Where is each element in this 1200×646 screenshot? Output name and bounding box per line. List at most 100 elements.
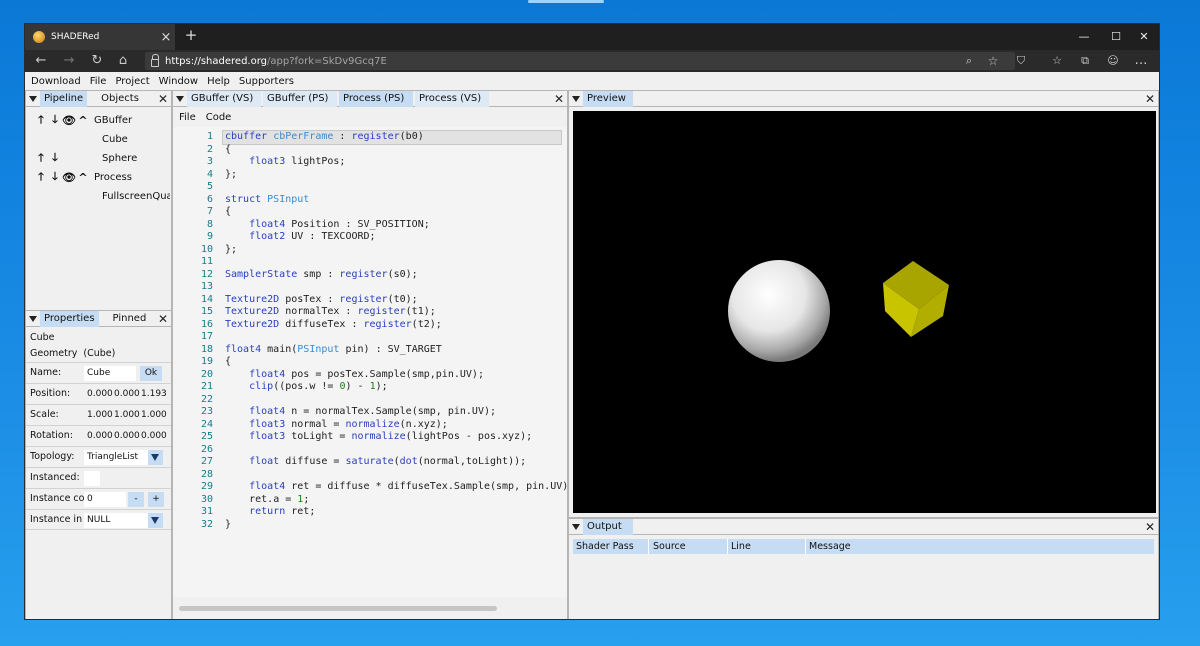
move-up-icon[interactable]: 🡑 — [34, 149, 48, 168]
code-line[interactable]: 23 float4 n = normalTex.Sample(smp, pin.… — [173, 406, 567, 419]
instance-input-select[interactable]: NULL — [84, 513, 148, 528]
move-up-icon[interactable]: 🡑 — [34, 168, 48, 187]
editor-menu-file[interactable]: File — [179, 112, 196, 123]
chevron-up-icon[interactable]: ^ — [76, 171, 90, 184]
panel-collapse-icon[interactable] — [569, 91, 583, 107]
back-icon[interactable]: ← — [31, 51, 51, 71]
topology-select[interactable]: TriangleList — [84, 450, 148, 465]
panel-collapse-icon[interactable] — [26, 91, 40, 107]
column-message[interactable]: Message — [806, 539, 1146, 554]
move-up-icon[interactable]: 🡑 — [34, 111, 48, 130]
code-line[interactable]: 17 — [173, 331, 567, 344]
pipeline-item-cube[interactable]: Cube — [34, 130, 128, 148]
rotation-y-input[interactable]: 0.000 — [111, 429, 140, 444]
panel-close-icon[interactable]: ✕ — [1145, 519, 1155, 535]
tab-close-icon[interactable]: × — [157, 30, 175, 45]
maximize-icon[interactable]: ☐ — [1101, 24, 1131, 50]
tab-properties[interactable]: Properties — [40, 310, 99, 327]
minimize-icon[interactable]: — — [1069, 24, 1099, 50]
code-line[interactable]: 18 float4 main(PSInput pin) : SV_TARGET — [173, 344, 567, 357]
refresh-icon[interactable]: ↻ — [87, 51, 107, 71]
position-x-input[interactable]: 0.000 — [84, 387, 113, 402]
editor-menu-code[interactable]: Code — [206, 112, 232, 123]
pipeline-item-process[interactable]: 🡑 🡓 👁 ^ Process — [34, 168, 132, 186]
favorite-star-icon[interactable]: ☆ — [983, 51, 1003, 71]
tab-pipeline[interactable]: Pipeline — [40, 90, 88, 107]
menu-supporters[interactable]: Supporters — [239, 76, 294, 87]
panel-collapse-icon[interactable] — [569, 519, 583, 535]
instance-count-input[interactable]: 0 — [84, 492, 126, 507]
window-close-icon[interactable]: ✕ — [1129, 24, 1159, 50]
panel-collapse-icon[interactable] — [173, 91, 187, 107]
new-tab-icon[interactable]: + — [181, 26, 201, 44]
column-shader-pass[interactable]: Shader Pass — [573, 539, 649, 554]
more-options-icon[interactable]: … — [1131, 51, 1151, 71]
panel-close-icon[interactable]: ✕ — [554, 91, 564, 107]
position-z-input[interactable]: 1.193 — [138, 387, 168, 402]
browser-tab[interactable]: SHADERed × — [25, 24, 175, 50]
eye-icon[interactable]: 👁 — [62, 171, 76, 184]
menu-window[interactable]: Window — [159, 76, 198, 87]
code-line[interactable]: 30 ret.a = 1; — [173, 494, 567, 507]
code-line[interactable]: 29 float4 ret = diffuse * diffuseTex.Sam… — [173, 481, 574, 494]
tab-objects[interactable]: Objects — [97, 91, 143, 107]
menu-help[interactable]: Help — [207, 76, 230, 87]
collections-icon[interactable]: ⧉ — [1075, 51, 1095, 71]
code-line[interactable]: 5 — [173, 181, 567, 194]
address-bar[interactable]: https://shadered.org/app?fork=SkDv9Gcq7E — [145, 52, 1015, 70]
eye-icon[interactable]: 👁 — [62, 114, 76, 127]
pipeline-item-fullscreenquad[interactable]: FullscreenQuad — [34, 187, 170, 205]
tab-gbuffer-vs[interactable]: GBuffer (VS) — [187, 90, 261, 107]
code-line[interactable]: 21 clip((pos.w != 0) - 1); — [173, 381, 567, 394]
position-y-input[interactable]: 0.000 — [111, 387, 140, 402]
code-line[interactable]: 28 — [173, 469, 567, 482]
code-line[interactable]: 11 — [173, 256, 567, 269]
menu-project[interactable]: Project — [115, 76, 149, 87]
code-line[interactable]: 14 Texture2D posTex : register(t0); — [173, 294, 567, 307]
horizontal-scrollbar[interactable] — [179, 606, 497, 611]
code-line[interactable]: 22 — [173, 394, 567, 407]
move-down-icon[interactable]: 🡓 — [48, 149, 62, 168]
code-line[interactable]: 20 float4 pos = posTex.Sample(smp,pin.UV… — [173, 369, 567, 382]
rotation-x-input[interactable]: 0.000 — [84, 429, 113, 444]
decrement-button[interactable]: - — [128, 492, 144, 507]
zoom-icon[interactable]: ⌕ — [959, 51, 979, 71]
tab-process-vs[interactable]: Process (VS) — [415, 90, 489, 107]
tab-process-ps[interactable]: Process (PS) — [339, 90, 413, 107]
instance-input-dropdown-icon[interactable] — [148, 513, 163, 528]
code-line[interactable]: 25 float3 toLight = normalize(lightPos -… — [173, 431, 567, 444]
panel-collapse-icon[interactable] — [26, 311, 40, 327]
column-line[interactable]: Line — [728, 539, 806, 554]
code-line[interactable]: 12 SamplerState smp : register(s0); — [173, 269, 567, 282]
code-line[interactable]: 31 return ret; — [173, 506, 567, 519]
preview-viewport[interactable] — [573, 111, 1156, 513]
code-area[interactable]: 1 cbuffer cbPerFrame : register(b0) 2{3 fl… — [173, 127, 574, 597]
scale-x-input[interactable]: 1.000 — [84, 408, 113, 423]
tab-pinned[interactable]: Pinned — [109, 311, 151, 327]
code-line[interactable]: 3 float3 lightPos; — [173, 156, 567, 169]
code-line[interactable]: 10}; — [173, 244, 567, 257]
code-line[interactable]: 19 { — [173, 356, 567, 369]
panel-close-icon[interactable]: ✕ — [1145, 91, 1155, 107]
column-source[interactable]: Source — [650, 539, 728, 554]
code-line[interactable]: 4}; — [173, 169, 567, 182]
tab-gbuffer-ps[interactable]: GBuffer (PS) — [263, 90, 337, 107]
home-icon[interactable]: ⌂ — [113, 51, 133, 71]
menu-download[interactable]: Download — [31, 76, 81, 87]
move-down-icon[interactable]: 🡓 — [48, 168, 62, 187]
code-line[interactable]: 1 cbuffer cbPerFrame : register(b0) — [207, 130, 562, 145]
ok-button[interactable]: Ok — [140, 366, 162, 381]
increment-button[interactable]: + — [148, 492, 164, 507]
code-line[interactable]: 32} — [173, 519, 567, 532]
code-line[interactable]: 13 — [173, 281, 567, 294]
pipeline-item-gbuffer[interactable]: 🡑 🡓 👁 ^ GBuffer — [34, 111, 132, 129]
code-line[interactable]: 15 Texture2D normalTex : register(t1); — [173, 306, 567, 319]
panel-close-icon[interactable]: ✕ — [158, 91, 168, 107]
code-line[interactable]: 8 float4 Position : SV_POSITION; — [173, 219, 567, 232]
favorites-icon[interactable]: ☆ — [1047, 51, 1067, 71]
code-line[interactable]: 27 float diffuse = saturate(dot(normal,t… — [173, 456, 567, 469]
code-line[interactable]: 2{ — [173, 144, 567, 157]
pipeline-item-sphere[interactable]: 🡑 🡓 Sphere — [34, 149, 137, 167]
menu-file[interactable]: File — [90, 76, 107, 87]
scale-z-input[interactable]: 1.000 — [138, 408, 168, 423]
